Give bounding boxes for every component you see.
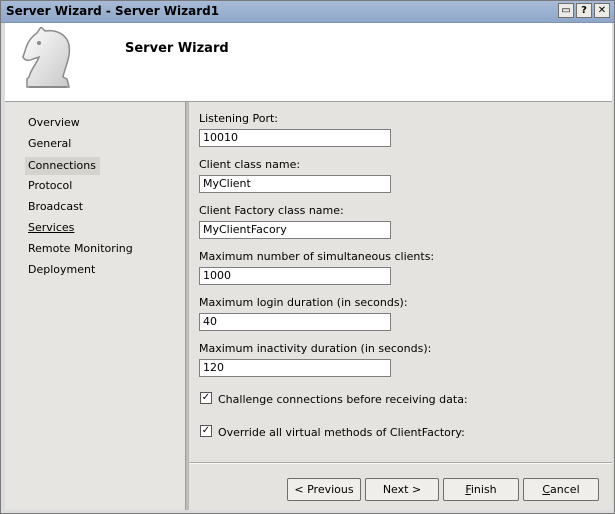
max-inactivity-label: Maximum inactivity duration (in seconds)… [199,342,432,355]
max-inactivity-input[interactable]: 120 [199,359,391,377]
finish-label: inish [470,483,497,496]
close-button[interactable]: ✕ [594,3,610,18]
listening-port-label: Listening Port: [199,112,278,125]
finish-button[interactable]: Finish [443,478,519,501]
cancel-label: ancel [550,483,580,496]
sidebar-item-remote-monitoring[interactable]: Remote Monitoring [26,240,135,258]
max-clients-label: Maximum number of simultaneous clients: [199,250,435,263]
sidebar-item-general[interactable]: General [26,135,73,153]
cancel-mnemonic: C [542,483,551,496]
wizard-header: Server Wizard [5,23,612,102]
sidebar-item-connections[interactable]: Connections [25,157,100,175]
override-checkbox-label[interactable]: Override all virtual methods of ClientFa… [218,426,465,439]
next-button[interactable]: Next > [365,478,439,501]
header-title: Server Wizard [125,41,229,56]
button-separator [189,462,612,464]
chess-knight-icon [22,27,71,88]
client-factory-class-input[interactable]: MyClientFacory [199,221,391,239]
previous-button[interactable]: < Previous [287,478,361,501]
max-clients-input[interactable]: 1000 [199,267,391,285]
max-login-duration-input[interactable]: 40 [199,313,391,331]
client-class-label: Client class name: [199,158,301,171]
help-button[interactable]: ? [576,3,592,18]
server-wizard-window: Server Wizard - Server Wizard1 ▭ ? ✕ Ser… [0,0,615,514]
sidebar-item-broadcast[interactable]: Broadcast [26,198,85,216]
window-title: Server Wizard - Server Wizard1 [6,4,220,18]
challenge-checkbox[interactable]: ✓ [200,392,212,404]
client-factory-class-label: Client Factory class name: [199,204,344,217]
challenge-checkbox-label[interactable]: Challenge connections before receiving d… [218,393,468,406]
max-login-duration-label: Maximum login duration (in seconds): [199,296,408,309]
sidebar-item-deployment[interactable]: Deployment [26,261,97,279]
client-class-input[interactable]: MyClient [199,175,391,193]
sidebar-item-services[interactable]: Services [26,219,76,237]
sidebar-item-protocol[interactable]: Protocol [26,177,74,195]
title-bar[interactable]: Server Wizard - Server Wizard1 ▭ ? ✕ [1,1,614,23]
override-checkbox[interactable]: ✓ [200,425,212,437]
cancel-button[interactable]: Cancel [523,478,599,501]
listening-port-input[interactable]: 10010 [199,129,391,147]
connections-panel: Listening Port: 10010 Client class name:… [189,102,612,510]
restore-button[interactable]: ▭ [558,3,574,18]
sidebar-nav: Overview General Connections Protocol Br… [5,102,185,510]
sidebar-item-overview[interactable]: Overview [26,114,82,132]
